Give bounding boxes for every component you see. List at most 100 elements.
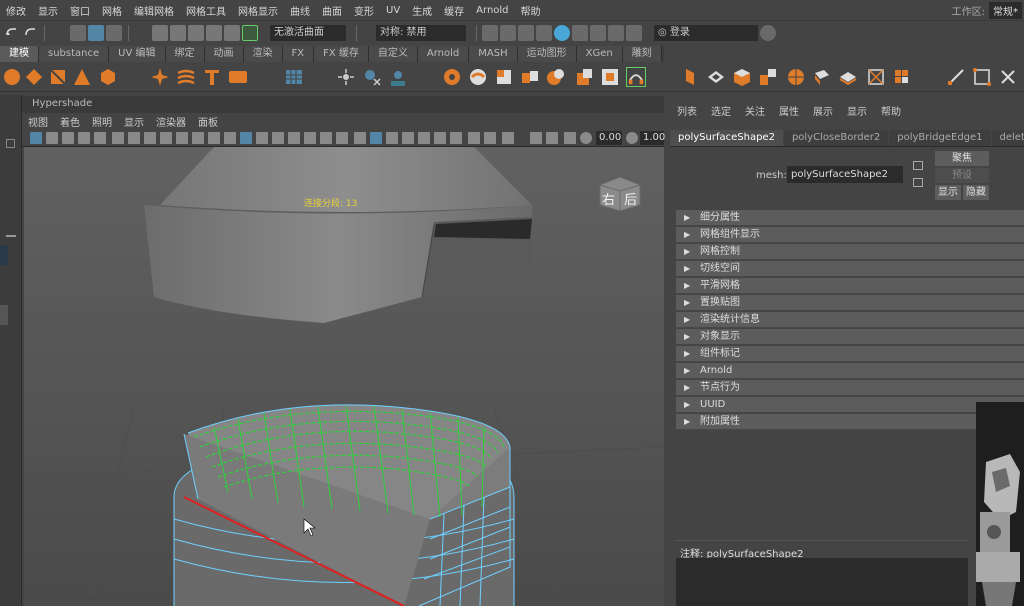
xray-joints-icon[interactable] bbox=[386, 132, 398, 144]
ae-tab-poly-bridge-edge[interactable]: polyBridgeEdge1 bbox=[889, 130, 991, 146]
reset-pivot-icon[interactable] bbox=[388, 67, 408, 87]
color-management-icon[interactable] bbox=[564, 132, 576, 144]
menu-cache[interactable]: 缓存 bbox=[438, 3, 470, 18]
ae-tab-poly-close-border[interactable]: polyCloseBorder2 bbox=[783, 130, 889, 146]
hypershade-icon[interactable] bbox=[554, 25, 570, 41]
section-displacement-map[interactable]: ▶ 置换贴图 bbox=[676, 295, 1024, 311]
select-hierarchy-icon[interactable] bbox=[70, 25, 86, 41]
circularize-icon[interactable] bbox=[812, 67, 832, 87]
show-button[interactable]: 显示 bbox=[935, 185, 961, 200]
shelf-tab-arnold[interactable]: Arnold bbox=[417, 46, 470, 62]
collapse-icon[interactable] bbox=[838, 67, 858, 87]
bridge-icon[interactable] bbox=[626, 67, 646, 87]
mash-network-icon[interactable] bbox=[284, 67, 304, 87]
xray-icon[interactable] bbox=[370, 132, 382, 144]
viewport-menu-renderer[interactable]: 渲染器 bbox=[150, 114, 192, 129]
section-uuid[interactable]: ▶ UUID bbox=[676, 397, 1024, 413]
isolate-select-icon[interactable] bbox=[484, 132, 496, 144]
ae-output-connection-icon[interactable] bbox=[913, 178, 923, 187]
ae-menu-show[interactable]: 展示 bbox=[806, 103, 840, 118]
poly-torus-icon[interactable] bbox=[98, 67, 118, 87]
render-settings-icon[interactable] bbox=[536, 25, 552, 41]
section-render-stats[interactable]: ▶ 渲染统计信息 bbox=[676, 312, 1024, 328]
ae-menu-focus[interactable]: 关注 bbox=[738, 103, 772, 118]
default-material-icon[interactable] bbox=[288, 132, 300, 144]
menu-edit-mesh[interactable]: 编辑网格 bbox=[128, 3, 180, 18]
ae-menu-attributes[interactable]: 属性 bbox=[772, 103, 806, 118]
mirror-icon[interactable] bbox=[546, 67, 566, 87]
snap-point-icon[interactable] bbox=[188, 25, 204, 41]
camera-attributes-icon[interactable] bbox=[46, 132, 58, 144]
ae-tab-poly-surface-shape[interactable]: polySurfaceShape2 bbox=[670, 130, 783, 146]
collapse-handle-icon[interactable] bbox=[0, 305, 8, 325]
ipr-render-icon[interactable] bbox=[518, 25, 534, 41]
shelf-tab-mash[interactable]: MASH bbox=[469, 46, 518, 62]
wedge-icon[interactable] bbox=[786, 67, 806, 87]
shelf-tab-xgen[interactable]: XGen bbox=[576, 46, 623, 62]
film-gate-icon[interactable] bbox=[112, 132, 124, 144]
arnold-render-icon[interactable] bbox=[590, 25, 606, 41]
select-camera-icon[interactable] bbox=[30, 132, 42, 144]
ae-input-connection-icon[interactable] bbox=[913, 161, 923, 170]
select-object-icon[interactable] bbox=[88, 25, 104, 41]
poke-icon[interactable] bbox=[758, 67, 778, 87]
grid-display-icon[interactable] bbox=[240, 132, 252, 144]
section-node-behavior[interactable]: ▶ 节点行为 bbox=[676, 380, 1024, 396]
bookmarks-icon[interactable] bbox=[62, 132, 74, 144]
safe-title-icon[interactable] bbox=[192, 132, 204, 144]
snap-pivot-icon[interactable] bbox=[362, 67, 382, 87]
menu-display[interactable]: 显示 bbox=[32, 3, 64, 18]
transform-tool-icon[interactable] bbox=[336, 67, 356, 87]
use-lights-icon[interactable] bbox=[336, 132, 348, 144]
menu-surfaces[interactable]: 曲面 bbox=[316, 3, 348, 18]
far-clip-field[interactable]: 1.00 bbox=[640, 131, 665, 145]
depth-of-field-icon[interactable] bbox=[468, 132, 480, 144]
menu-help[interactable]: 帮助 bbox=[515, 3, 547, 18]
section-component-tags[interactable]: ▶ 组件标记 bbox=[676, 346, 1024, 362]
snap-surface-icon[interactable] bbox=[224, 25, 240, 41]
image-plane-icon[interactable] bbox=[78, 132, 90, 144]
render-sequence-icon[interactable] bbox=[500, 25, 516, 41]
wireframe-icon[interactable] bbox=[256, 132, 268, 144]
ae-menu-list[interactable]: 列表 bbox=[670, 103, 704, 118]
combine-icon[interactable] bbox=[442, 67, 462, 87]
connect-icon[interactable] bbox=[998, 67, 1018, 87]
login-dropdown[interactable]: ◎ 登录 bbox=[654, 25, 758, 41]
search-icon[interactable] bbox=[760, 25, 776, 41]
render-view-icon[interactable] bbox=[572, 25, 588, 41]
section-smooth-mesh[interactable]: ▶ 平滑网格 bbox=[676, 278, 1024, 294]
shelf-tab-custom[interactable]: 自定义 bbox=[368, 46, 418, 62]
view-cube[interactable]: 右 后 bbox=[596, 171, 644, 211]
shelf-tab-rigging[interactable]: 绑定 bbox=[165, 46, 205, 62]
menu-window[interactable]: 窗口 bbox=[64, 3, 96, 18]
select-tool-icon[interactable] bbox=[530, 132, 542, 144]
gate-mask-icon[interactable] bbox=[144, 132, 156, 144]
boolean-icon[interactable] bbox=[520, 67, 540, 87]
ae-tab-delete-component[interactable]: deleteCom bbox=[991, 130, 1024, 146]
shelf-tab-motion-graphics[interactable]: 运动图形 bbox=[517, 46, 577, 62]
shelf-tab-uv-editing[interactable]: UV 编辑 bbox=[109, 46, 166, 62]
mesh-name-field[interactable]: polySurfaceShape2 bbox=[787, 166, 903, 183]
section-tangent-space[interactable]: ▶ 切线空间 bbox=[676, 261, 1024, 277]
section-extra-attributes[interactable]: ▶ 附加属性 bbox=[676, 414, 1024, 430]
arnold-light-icon[interactable] bbox=[626, 25, 642, 41]
presets-button[interactable]: 预设 bbox=[935, 168, 989, 183]
menu-mesh-tools[interactable]: 网格工具 bbox=[180, 3, 232, 18]
hide-button[interactable]: 隐藏 bbox=[963, 185, 989, 200]
field-chart-icon[interactable] bbox=[160, 132, 172, 144]
menu-curves[interactable]: 曲线 bbox=[284, 3, 316, 18]
live-surface-field[interactable]: 无激活曲面 bbox=[270, 25, 346, 41]
ae-menu-display[interactable]: 显示 bbox=[840, 103, 874, 118]
poly-cylinder-icon[interactable] bbox=[48, 67, 68, 87]
viewport-menu-view[interactable]: 视图 bbox=[22, 114, 54, 129]
viewport-menu-show[interactable]: 显示 bbox=[118, 114, 150, 129]
snap-curve-icon[interactable] bbox=[170, 25, 186, 41]
show-all-icon[interactable] bbox=[502, 132, 514, 144]
multisample-icon[interactable] bbox=[450, 132, 462, 144]
svg-tool-icon[interactable] bbox=[228, 67, 248, 87]
snap-magnet-icon[interactable] bbox=[242, 25, 258, 41]
merge-to-center-icon[interactable] bbox=[892, 67, 912, 87]
viewport-menu-shading[interactable]: 着色 bbox=[54, 114, 86, 129]
shelf-tab-fx[interactable]: FX bbox=[282, 46, 315, 62]
ambient-occlusion-icon[interactable] bbox=[418, 132, 430, 144]
